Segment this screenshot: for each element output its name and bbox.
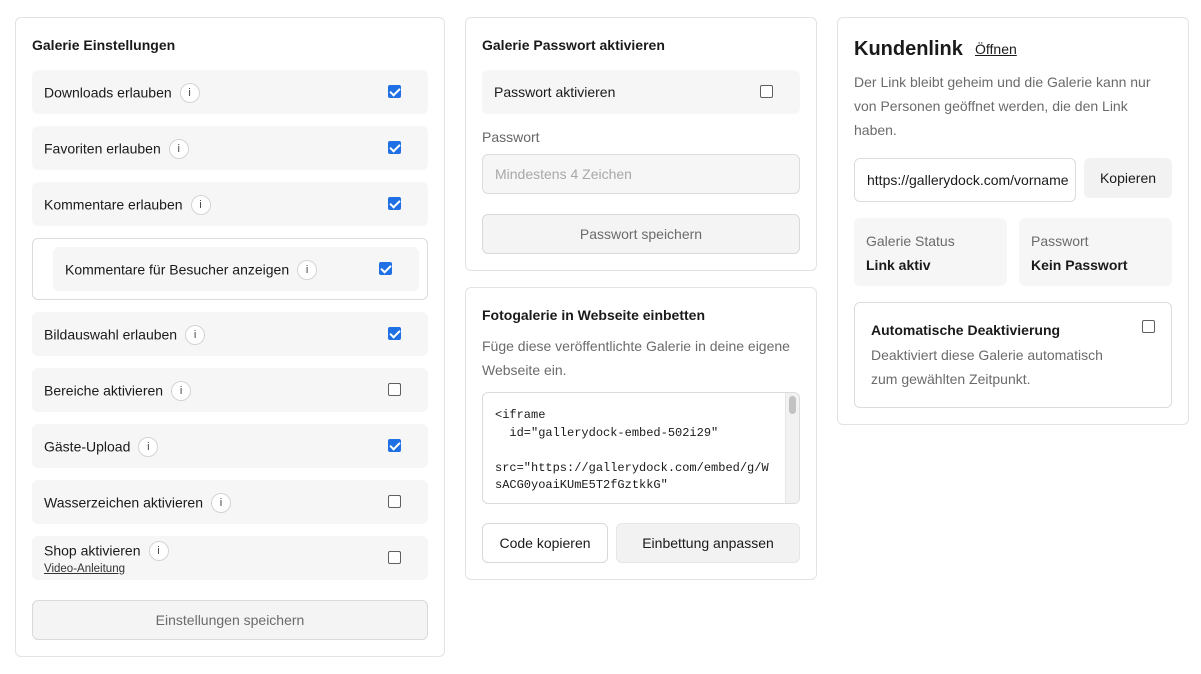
open-link[interactable]: Öffnen xyxy=(975,41,1017,57)
gallery-password-title: Galerie Passwort aktivieren xyxy=(482,37,665,53)
setting-label-favorites: Favoriten erlauben xyxy=(44,140,161,157)
setting-label-guest-upload: Gäste-Upload xyxy=(44,438,131,455)
setting-row-comments: Kommentare erlauben i xyxy=(32,182,428,226)
info-icon[interactable]: i xyxy=(190,195,211,215)
embed-code[interactable]: <iframe id="gallerydock-embed-502i29" sr… xyxy=(495,407,777,495)
password-input[interactable] xyxy=(482,154,800,194)
comments-sub-settings: Kommentare für Besucher anzeigen i xyxy=(32,238,428,300)
gallery-status-label: Galerie Status xyxy=(866,233,955,249)
embed-card: Fotogalerie in Webseite einbetten Füge d… xyxy=(465,287,817,580)
password-toggle-row: Passwort aktivieren xyxy=(482,70,800,114)
password-field-label: Passwort xyxy=(482,129,540,145)
video-tutorial-link[interactable]: Video-Anleitung xyxy=(44,563,125,575)
setting-label-shop: Shop aktivieren xyxy=(44,542,141,559)
copy-link-button[interactable]: Kopieren xyxy=(1084,158,1172,198)
image-selection-checkbox[interactable] xyxy=(388,327,401,340)
gallery-password-card: Galerie Passwort aktivieren Passwort akt… xyxy=(465,17,817,271)
setting-row-image-selection: Bildauswahl erlauben i xyxy=(32,312,428,356)
code-scrollbar-thumb[interactable] xyxy=(789,396,796,414)
downloads-checkbox[interactable] xyxy=(388,85,401,98)
setting-row-visitor-comments: Kommentare für Besucher anzeigen i xyxy=(53,247,419,291)
info-icon[interactable]: i xyxy=(179,83,200,103)
password-toggle-label: Passwort aktivieren xyxy=(494,84,616,100)
client-link-card: Kundenlink Öffnen Der Link bleibt geheim… xyxy=(837,17,1189,425)
setting-row-watermark: Wasserzeichen aktivieren i xyxy=(32,480,428,524)
setting-label-comments: Kommentare erlauben xyxy=(44,196,183,213)
auto-deactivation-description: Deaktiviert diese Galerie automatisch zu… xyxy=(871,347,1103,387)
info-icon[interactable]: i xyxy=(211,493,231,513)
auto-deactivation-title: Automatische Deaktivierung xyxy=(871,322,1061,338)
setting-row-favorites: Favoriten erlauben i xyxy=(32,126,428,170)
setting-label-downloads: Downloads erlauben xyxy=(44,84,172,101)
favorites-checkbox[interactable] xyxy=(388,141,401,154)
setting-row-downloads: Downloads erlauben i xyxy=(32,70,428,114)
client-link-description: Der Link bleibt geheim und die Galerie k… xyxy=(854,74,1151,138)
copy-code-button[interactable]: Code kopieren xyxy=(482,523,608,563)
info-icon[interactable]: i xyxy=(148,541,169,561)
info-icon[interactable]: i xyxy=(168,139,189,159)
setting-label-watermark: Wasserzeichen aktivieren xyxy=(44,494,203,511)
setting-row-guest-upload: Gäste-Upload i xyxy=(32,424,428,468)
client-link-input[interactable] xyxy=(854,158,1076,202)
gallery-settings-title: Galerie Einstellungen xyxy=(32,37,176,53)
save-password-button[interactable]: Passwort speichern xyxy=(482,214,800,254)
visitor-comments-checkbox[interactable] xyxy=(379,262,392,275)
embed-code-box[interactable]: <iframe id="gallerydock-embed-502i29" sr… xyxy=(482,392,800,504)
auto-deactivation-checkbox[interactable] xyxy=(1142,320,1155,333)
client-link-title: Kundenlink xyxy=(854,38,963,60)
embed-description: Füge diese veröffentlichte Galerie in de… xyxy=(482,338,790,378)
info-icon[interactable]: i xyxy=(138,437,159,457)
save-settings-button[interactable]: Einstellungen speichern xyxy=(32,600,428,640)
code-scrollbar[interactable] xyxy=(785,393,799,503)
info-icon[interactable]: i xyxy=(171,381,192,401)
info-icon[interactable]: i xyxy=(185,325,206,345)
guest-upload-checkbox[interactable] xyxy=(388,439,401,452)
password-toggle-checkbox[interactable] xyxy=(760,85,773,98)
watermark-checkbox[interactable] xyxy=(388,495,401,508)
adjust-embed-button[interactable]: Einbettung anpassen xyxy=(616,523,800,563)
shop-checkbox[interactable] xyxy=(388,551,401,564)
password-status-box: Passwort Kein Passwort xyxy=(1019,218,1172,286)
setting-label-sections: Bereiche aktivieren xyxy=(44,382,164,399)
info-icon[interactable]: i xyxy=(297,260,318,280)
password-status-value: Kein Passwort xyxy=(1031,257,1128,273)
embed-title: Fotogalerie in Webseite einbetten xyxy=(482,307,706,323)
gallery-settings-card: Galerie Einstellungen Downloads erlauben… xyxy=(15,17,445,657)
sections-checkbox[interactable] xyxy=(388,383,401,396)
setting-label-image-selection: Bildauswahl erlauben xyxy=(44,326,178,343)
comments-checkbox[interactable] xyxy=(388,197,401,210)
password-status-label: Passwort xyxy=(1031,233,1089,249)
setting-row-sections: Bereiche aktivieren i xyxy=(32,368,428,412)
gallery-status-value: Link aktiv xyxy=(866,257,931,273)
setting-label-visitor-comments: Kommentare für Besucher anzeigen xyxy=(65,261,290,278)
gallery-status-box: Galerie Status Link aktiv xyxy=(854,218,1007,286)
setting-row-shop: Shop aktivieren i Video-Anleitung xyxy=(32,536,428,580)
auto-deactivation-box: Automatische Deaktivierung Deaktiviert d… xyxy=(854,302,1172,408)
